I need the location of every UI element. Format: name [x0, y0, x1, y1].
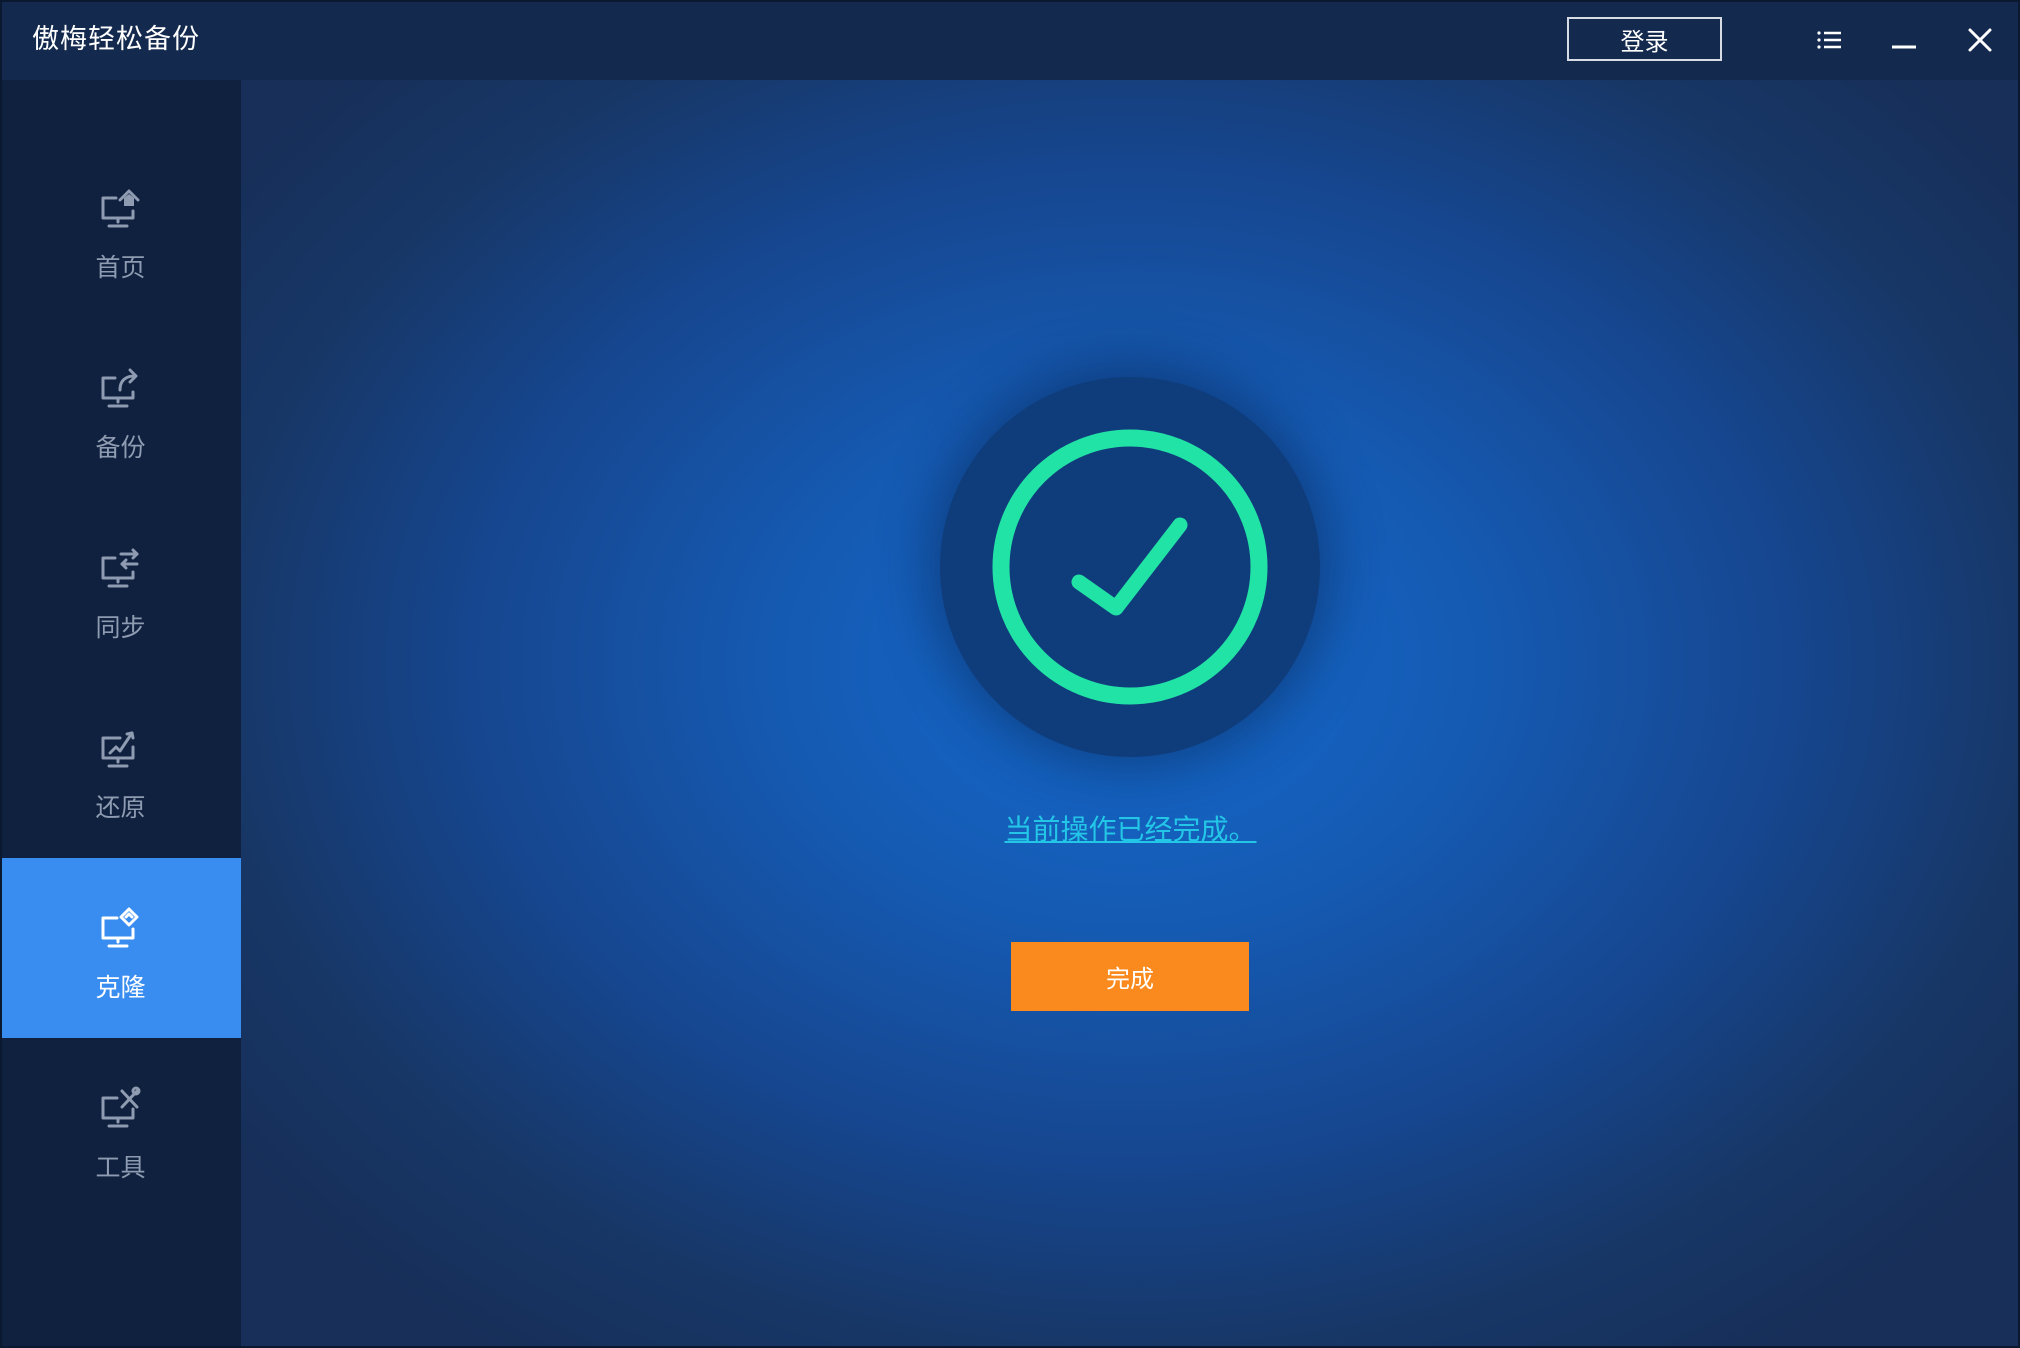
sidebar-item-restore[interactable]: 还原 — [0, 678, 241, 858]
minimize-icon[interactable] — [1891, 27, 1917, 53]
main-content: 当前操作已经完成。 完成 — [241, 80, 2020, 1348]
sidebar-item-tools[interactable]: 工具 — [0, 1038, 241, 1218]
finish-button[interactable]: 完成 — [1011, 942, 1249, 1011]
home-icon — [96, 185, 144, 233]
sidebar-nav: 首页 备份 同步 还原 克隆 工具 — [0, 80, 241, 1348]
sidebar-item-label: 首页 — [95, 253, 146, 282]
sidebar-item-label: 克隆 — [95, 973, 146, 1002]
status-message-link[interactable]: 当前操作已经完成。 — [241, 810, 2020, 850]
app-title: 傲梅轻松备份 — [32, 24, 200, 55]
restore-icon — [96, 725, 144, 773]
sidebar-item-clone[interactable]: 克隆 — [0, 858, 241, 1038]
sidebar-item-label: 工具 — [95, 1153, 146, 1182]
list-menu-icon[interactable] — [1816, 27, 1842, 53]
sidebar-item-label: 备份 — [95, 433, 146, 462]
success-check-icon — [992, 429, 1268, 705]
success-badge — [940, 377, 1320, 757]
sidebar-item-label: 还原 — [95, 793, 146, 822]
tools-icon — [96, 1085, 144, 1133]
login-button[interactable]: 登录 — [1567, 17, 1722, 61]
sidebar-item-sync[interactable]: 同步 — [0, 498, 241, 678]
backup-icon — [96, 365, 144, 413]
clone-icon — [96, 905, 144, 953]
close-icon[interactable] — [1967, 27, 1993, 53]
title-bar: 傲梅轻松备份 登录 — [0, 0, 2020, 80]
sync-icon — [96, 545, 144, 593]
app-window: 傲梅轻松备份 登录 首页 备份 同步 还原 克隆 工具 当前操作已经完成。 完成 — [0, 0, 2020, 1348]
sidebar-item-home[interactable]: 首页 — [0, 138, 241, 318]
sidebar-item-label: 同步 — [95, 613, 146, 642]
sidebar-item-backup[interactable]: 备份 — [0, 318, 241, 498]
